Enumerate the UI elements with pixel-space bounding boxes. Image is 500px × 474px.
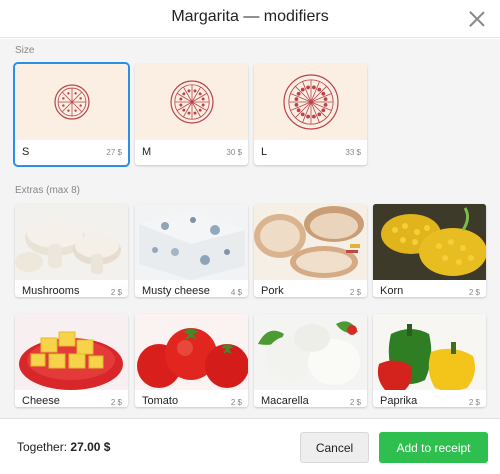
extra-name: Paprika (380, 395, 418, 407)
extra-price: 2 $ (349, 288, 361, 297)
extra-card-cheese[interactable]: Cheese 2 $ (15, 314, 128, 407)
extra-price: 2 $ (110, 398, 122, 407)
size-name: S (22, 146, 30, 158)
extra-name: Pork (261, 285, 284, 297)
size-card-m[interactable]: M 30 $ (135, 64, 248, 165)
extra-price: 2 $ (230, 398, 242, 407)
extra-card-mushrooms[interactable]: Mushrooms 2 $ (15, 204, 128, 297)
modifiers-panel: Size S 27 $ M 30 $ L 33 $ Extras (max 8) (0, 39, 500, 418)
extra-price: 2 $ (110, 288, 122, 297)
mushrooms-photo (15, 204, 128, 280)
extra-card-korn[interactable]: Korn 2 $ (373, 204, 486, 297)
size-price: 30 $ (226, 148, 242, 157)
pizza-icon (169, 80, 214, 124)
extra-price: 2 $ (349, 398, 361, 407)
extra-card-macarella[interactable]: Macarella 2 $ (254, 314, 367, 407)
pizza-large-icon (254, 64, 367, 140)
extra-price: 4 $ (230, 288, 242, 297)
extras-section-label: Extras (max 8) (15, 185, 81, 196)
extra-name: Korn (380, 285, 404, 297)
size-name: M (142, 146, 152, 158)
extra-card-paprika[interactable]: Paprika 2 $ (373, 314, 486, 407)
add-to-receipt-button[interactable]: Add to receipt (379, 432, 488, 463)
pork-photo (254, 204, 367, 280)
size-name: L (261, 146, 268, 158)
extra-name: Mushrooms (22, 285, 80, 297)
total-value: 27.00 $ (70, 440, 111, 454)
extra-card-tomato[interactable]: Tomato 2 $ (135, 314, 248, 407)
extra-name: Macarella (261, 395, 309, 407)
total-label: Together: (17, 440, 68, 454)
size-card-s[interactable]: S 27 $ (13, 62, 130, 167)
pizza-medium-icon (135, 64, 248, 140)
extra-card-pork[interactable]: Pork 2 $ (254, 204, 367, 297)
mozzarella-photo (254, 314, 367, 390)
corn-photo (373, 204, 486, 280)
paprika-photo (373, 314, 486, 390)
tomato-photo (135, 314, 248, 390)
extra-card-musty-cheese[interactable]: Musty cheese 4 $ (135, 204, 248, 297)
size-price: 33 $ (345, 148, 361, 157)
extra-price: 2 $ (468, 288, 480, 297)
modal-footer: Together: 27.00 $ Cancel Add to receipt (0, 418, 500, 474)
size-card-l[interactable]: L 33 $ (254, 64, 367, 165)
modal-header: Margarita — modifiers (0, 0, 500, 38)
cancel-button[interactable]: Cancel (300, 432, 369, 463)
extra-price: 2 $ (468, 398, 480, 407)
extra-name: Tomato (142, 395, 179, 407)
close-icon[interactable] (466, 8, 488, 30)
size-section-label: Size (15, 45, 35, 56)
pizza-icon (53, 84, 90, 120)
extra-name: Cheese (22, 395, 60, 407)
pizza-icon (282, 74, 339, 130)
size-price: 27 $ (106, 148, 122, 157)
extra-name: Musty cheese (142, 285, 210, 297)
cheese-photo (15, 314, 128, 390)
blue-cheese-photo (135, 204, 248, 280)
modal-title: Margarita — modifiers (171, 8, 329, 25)
pizza-small-icon (15, 64, 128, 140)
order-total: Together: 27.00 $ (17, 440, 110, 454)
